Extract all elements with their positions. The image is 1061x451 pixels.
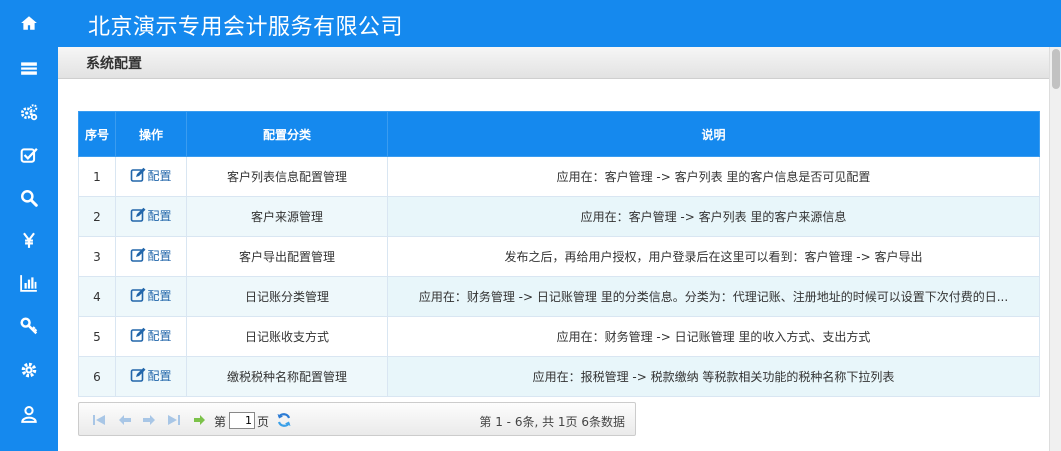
pagination-bar: 第 页 第 1 - 6条, 共 1页 6条数据 <box>78 402 636 436</box>
row-action: 配置 <box>115 356 187 397</box>
prev-page-icon[interactable] <box>117 412 133 428</box>
table-row: 6 配置 缴税税种名称配置管理 应用在：报税管理 -> 税款缴纳 等税款相关功能的税种… <box>78 356 1040 397</box>
row-description: 应用在：财务管理 -> 日记账管理 里的分类信息。分类为：代理记账、注册地址的时… <box>387 276 1040 317</box>
edit-icon <box>131 328 146 343</box>
configure-label: 配置 <box>147 288 172 303</box>
row-action: 配置 <box>115 276 187 317</box>
key-icon <box>20 317 38 335</box>
top-header: 北京演示专用会计服务有限公司 <box>58 0 1061 47</box>
sidebar-item-system[interactable] <box>0 350 58 390</box>
bar-chart-icon <box>20 275 37 292</box>
edit-icon <box>131 368 146 383</box>
row-category: 客户导出配置管理 <box>186 236 388 277</box>
column-header-desc[interactable]: 说明 <box>387 111 1040 157</box>
page-prefix: 第 <box>214 415 227 429</box>
sidebar <box>0 0 58 451</box>
sidebar-item-finance[interactable] <box>0 220 58 260</box>
edit-icon <box>131 248 146 263</box>
row-number: 5 <box>78 316 116 357</box>
configure-link[interactable]: 配置 <box>130 247 172 264</box>
last-page-icon[interactable] <box>166 412 182 428</box>
page-titlebar: 系统配置 <box>58 47 1061 79</box>
sidebar-item-tasks[interactable] <box>0 135 58 175</box>
refresh-icon[interactable] <box>276 412 292 428</box>
row-number: 2 <box>78 196 116 237</box>
configure-label: 配置 <box>147 168 172 183</box>
row-category: 日记账分类管理 <box>186 276 388 317</box>
configure-link[interactable]: 配置 <box>130 167 172 184</box>
row-number: 4 <box>78 276 116 317</box>
yen-icon <box>23 232 35 248</box>
edit-icon <box>131 168 146 183</box>
home-icon <box>21 16 37 30</box>
row-category: 缴税税种名称配置管理 <box>186 356 388 397</box>
page-number-input[interactable] <box>229 412 255 429</box>
table-row: 5 配置 日记账收支方式 应用在：财务管理 -> 日记账管理 里的收入方式、支出方式 <box>78 316 1040 357</box>
row-action: 配置 <box>115 236 187 277</box>
next-page-icon[interactable] <box>141 412 157 428</box>
configure-link[interactable]: 配置 <box>130 287 172 304</box>
row-number: 1 <box>78 156 116 197</box>
row-category: 日记账收支方式 <box>186 316 388 357</box>
sidebar-item-permissions[interactable] <box>0 306 58 346</box>
vertical-scrollbar[interactable] <box>1049 47 1061 451</box>
sidebar-item-reports[interactable] <box>0 263 58 303</box>
page-title: 系统配置 <box>86 56 142 72</box>
column-header-action[interactable]: 操作 <box>115 111 187 157</box>
row-description: 应用在：客户管理 -> 客户列表 里的客户信息是否可见配置 <box>387 156 1040 197</box>
user-icon <box>21 406 37 423</box>
sidebar-item-home[interactable] <box>0 3 58 43</box>
go-page-icon[interactable] <box>192 412 208 428</box>
edit-icon <box>131 288 146 303</box>
row-category: 客户来源管理 <box>186 196 388 237</box>
column-header-no[interactable]: 序号 <box>78 111 116 157</box>
config-table: 序号 操作 配置分类 说明 1 配置 客户列表信息配置管理 应用在：客户管理 -> 客… <box>78 111 1040 397</box>
scrollbar-thumb[interactable] <box>1052 49 1060 89</box>
row-number: 3 <box>78 236 116 277</box>
row-action: 配置 <box>115 316 187 357</box>
company-name: 北京演示专用会计服务有限公司 <box>88 15 404 40</box>
row-action: 配置 <box>115 156 187 197</box>
configure-link[interactable]: 配置 <box>130 327 172 344</box>
sidebar-item-search[interactable] <box>0 178 58 218</box>
table-row: 1 配置 客户列表信息配置管理 应用在：客户管理 -> 客户列表 里的客户信息是否可见… <box>78 156 1040 197</box>
check-square-icon <box>20 148 38 163</box>
sidebar-item-settings[interactable] <box>0 92 58 132</box>
table-row: 4 配置 日记账分类管理 应用在：财务管理 -> 日记账管理 里的分类信息。分类为：代… <box>78 276 1040 317</box>
pagination-info: 第 1 - 6条, 共 1页 6条数据 <box>479 415 625 429</box>
row-description: 应用在：客户管理 -> 客户列表 里的客户来源信息 <box>387 196 1040 237</box>
table-header-row: 序号 操作 配置分类 说明 <box>78 111 1040 157</box>
row-description: 发布之后，再给用户授权，用户登录后在这里可以看到：客户管理 -> 客户导出 <box>387 236 1040 277</box>
search-icon <box>21 190 38 207</box>
row-action: 配置 <box>115 196 187 237</box>
configure-label: 配置 <box>147 248 172 263</box>
configure-link[interactable]: 配置 <box>130 207 172 224</box>
cogs-icon <box>20 104 38 121</box>
configure-link[interactable]: 配置 <box>130 367 172 384</box>
page-suffix: 页 <box>257 415 270 429</box>
column-header-category[interactable]: 配置分类 <box>186 111 388 157</box>
configure-label: 配置 <box>147 208 172 223</box>
configure-label: 配置 <box>147 328 172 343</box>
gear-icon <box>21 362 37 378</box>
sidebar-item-list[interactable] <box>0 48 58 88</box>
row-description: 应用在：报税管理 -> 税款缴纳 等税款相关功能的税种名称下拉列表 <box>387 356 1040 397</box>
row-description: 应用在：财务管理 -> 日记账管理 里的收入方式、支出方式 <box>387 316 1040 357</box>
first-page-icon[interactable] <box>91 412 107 428</box>
table-row: 2 配置 客户来源管理 应用在：客户管理 -> 客户列表 里的客户来源信息 <box>78 196 1040 237</box>
list-icon <box>21 62 37 75</box>
configure-label: 配置 <box>147 368 172 383</box>
sidebar-item-user[interactable] <box>0 394 58 434</box>
row-number: 6 <box>78 356 116 397</box>
table-row: 3 配置 客户导出配置管理 发布之后，再给用户授权，用户登录后在这里可以看到：客户管理… <box>78 236 1040 277</box>
edit-icon <box>131 208 146 223</box>
row-category: 客户列表信息配置管理 <box>186 156 388 197</box>
